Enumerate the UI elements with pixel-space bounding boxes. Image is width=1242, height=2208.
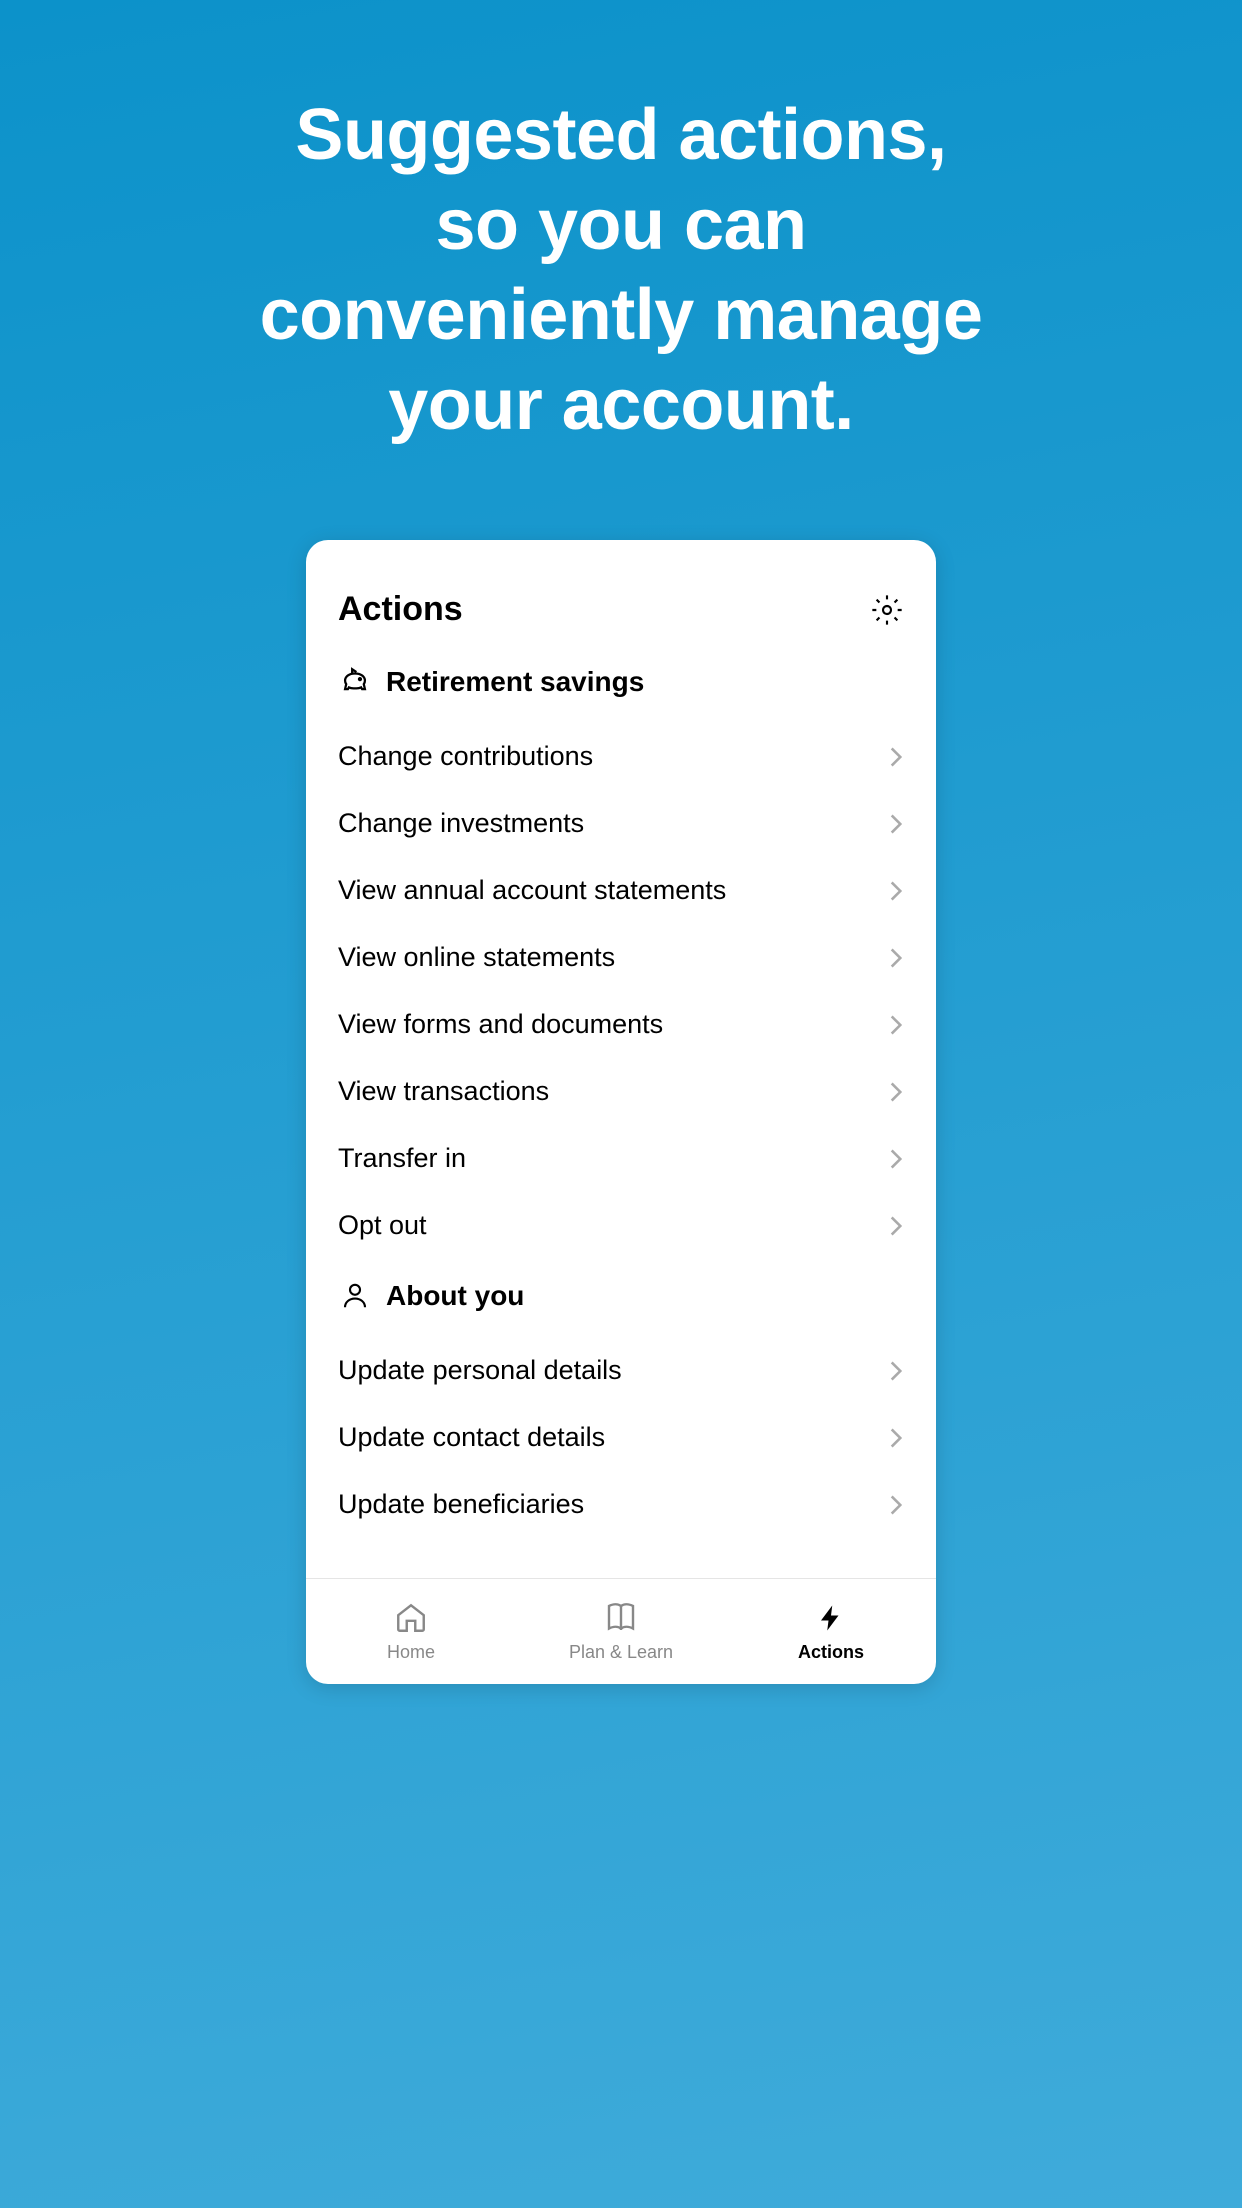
list-item-label: Change investments: [338, 808, 584, 839]
tab-bar: Home Plan & Learn Actions: [306, 1578, 936, 1684]
tab-home[interactable]: Home: [306, 1579, 516, 1684]
tab-label: Actions: [798, 1642, 864, 1663]
list-item-update-contact[interactable]: Update contact details: [338, 1404, 904, 1471]
list-item-label: View online statements: [338, 942, 615, 973]
list-item-view-forms[interactable]: View forms and documents: [338, 991, 904, 1058]
list-item-label: Opt out: [338, 1210, 427, 1241]
list-item-transfer-in[interactable]: Transfer in: [338, 1125, 904, 1192]
list-item-opt-out[interactable]: Opt out: [338, 1192, 904, 1259]
list-item-view-online-statements[interactable]: View online statements: [338, 924, 904, 991]
section-about-title: About you: [386, 1280, 524, 1312]
tab-label: Home: [387, 1642, 435, 1663]
card-content: Actions Retirement savings Change contri…: [306, 540, 936, 1578]
piggy-bank-icon: [338, 665, 372, 699]
list-item-view-transactions[interactable]: View transactions: [338, 1058, 904, 1125]
card-header: Actions: [338, 590, 904, 629]
hero-title: Suggested actions,so you canconveniently…: [260, 90, 983, 450]
tab-actions[interactable]: Actions: [726, 1579, 936, 1684]
chevron-right-icon: [888, 883, 904, 899]
list-item-label: View transactions: [338, 1076, 549, 1107]
section-retirement-title: Retirement savings: [386, 666, 644, 698]
chevron-right-icon: [888, 1497, 904, 1513]
lightning-icon: [813, 1600, 849, 1636]
chevron-right-icon: [888, 1151, 904, 1167]
actions-card: Actions Retirement savings Change contri…: [306, 540, 936, 1684]
list-item-label: Transfer in: [338, 1143, 466, 1174]
chevron-right-icon: [888, 816, 904, 832]
chevron-right-icon: [888, 1430, 904, 1446]
card-title: Actions: [338, 590, 463, 629]
list-item-update-beneficiaries[interactable]: Update beneficiaries: [338, 1471, 904, 1538]
chevron-right-icon: [888, 1017, 904, 1033]
book-icon: [603, 1600, 639, 1636]
settings-button[interactable]: [870, 593, 904, 627]
list-item-label: Update personal details: [338, 1355, 622, 1386]
gear-icon: [871, 594, 903, 626]
chevron-right-icon: [888, 950, 904, 966]
section-retirement-header: Retirement savings: [338, 665, 904, 699]
list-item-label: Update contact details: [338, 1422, 605, 1453]
list-item-change-contributions[interactable]: Change contributions: [338, 723, 904, 790]
person-icon: [338, 1279, 372, 1313]
list-item-label: Update beneficiaries: [338, 1489, 584, 1520]
chevron-right-icon: [888, 1218, 904, 1234]
list-item-view-annual-statements[interactable]: View annual account statements: [338, 857, 904, 924]
chevron-right-icon: [888, 1084, 904, 1100]
list-item-label: View forms and documents: [338, 1009, 663, 1040]
list-item-change-investments[interactable]: Change investments: [338, 790, 904, 857]
home-icon: [393, 1600, 429, 1636]
list-item-update-personal[interactable]: Update personal details: [338, 1337, 904, 1404]
section-about-header: About you: [338, 1279, 904, 1313]
list-item-label: Change contributions: [338, 741, 593, 772]
list-item-label: View annual account statements: [338, 875, 726, 906]
tab-plan-learn[interactable]: Plan & Learn: [516, 1579, 726, 1684]
chevron-right-icon: [888, 749, 904, 765]
tab-label: Plan & Learn: [569, 1642, 673, 1663]
chevron-right-icon: [888, 1363, 904, 1379]
